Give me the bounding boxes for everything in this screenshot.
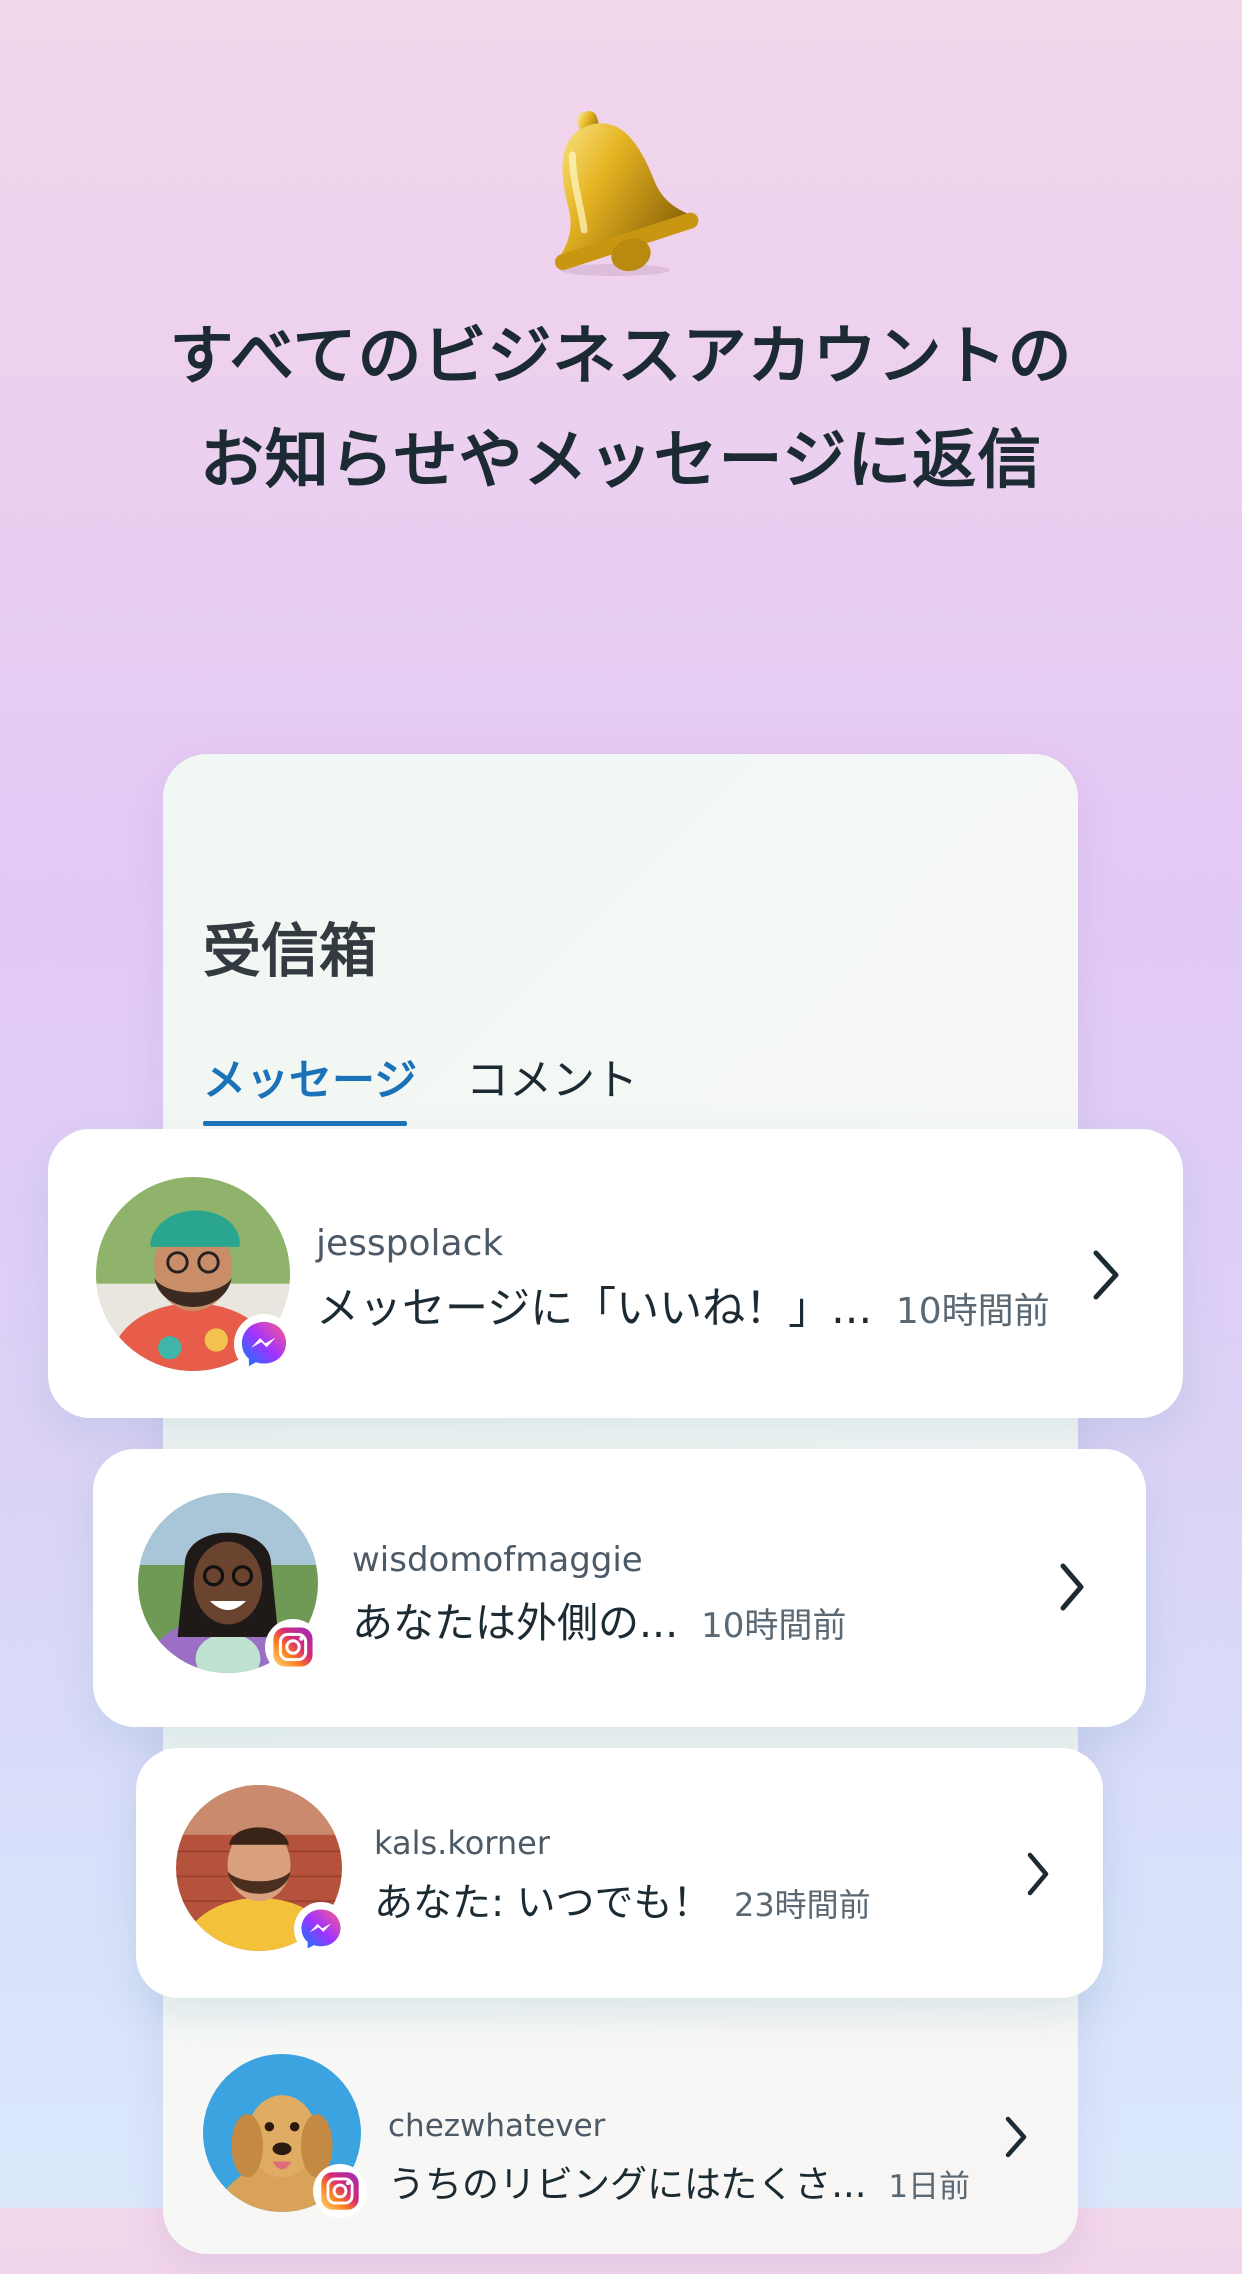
headline-line-2: お知らせやメッセージに返信 [199, 424, 1043, 498]
tab-messages[interactable]: メッセージ [203, 1046, 417, 1108]
headline-line-1: すべてのビジネスアカウントの [169, 320, 1073, 394]
messenger-icon [294, 1902, 348, 1956]
tab-comments[interactable]: コメント [466, 1046, 638, 1108]
conversation-item[interactable]: kals.korner あなた: いつでも！ 23時間前 [136, 1748, 1103, 1998]
message-preview: あなたは外側の... [352, 1599, 679, 1647]
timestamp: 23時間前 [733, 1886, 871, 1924]
message-preview-row: あなた: いつでも！ 23時間前 [374, 1872, 871, 1928]
tab-selected-indicator [203, 1121, 407, 1126]
conversation-item[interactable]: chezwhatever うちのリビングにはたくさ... 1日前 [163, 2014, 1078, 2274]
chevron-right-icon[interactable] [1023, 1850, 1053, 1902]
timestamp: 10時間前 [701, 1606, 847, 1646]
message-preview: あなた: いつでも！ [374, 1881, 712, 1926]
message-preview-row: メッセージに「いいね！」... 10時間前 [316, 1274, 1050, 1336]
username: chezwhatever [388, 2108, 606, 2144]
conversation-item[interactable]: jesspolack メッセージに「いいね！」... 10時間前 [48, 1129, 1183, 1418]
username: wisdomofmaggie [352, 1540, 643, 1580]
conversation-item[interactable]: wisdomofmaggie あなたは外側の... 10時間前 [93, 1449, 1146, 1727]
timestamp: 10時間前 [895, 1291, 1050, 1332]
headline: すべてのビジネスアカウントの お知らせやメッセージに返信 [0, 305, 1242, 513]
inbox-title: 受信箱 [203, 917, 378, 985]
username: kals.korner [374, 1824, 550, 1862]
timestamp: 1日前 [888, 2169, 971, 2205]
username: jesspolack [316, 1223, 504, 1264]
message-preview-row: あなたは外側の... 10時間前 [352, 1589, 846, 1649]
chevron-right-icon[interactable] [1088, 1247, 1124, 1307]
chevron-right-icon[interactable] [1055, 1561, 1089, 1617]
instagram-icon [265, 1619, 321, 1675]
bell-icon [515, 100, 705, 280]
instagram-icon [313, 2164, 367, 2218]
message-preview: メッセージに「いいね！」... [316, 1284, 873, 1334]
messenger-icon [234, 1314, 294, 1374]
message-preview: うちのリビングにはたくさ... [388, 2163, 867, 2206]
message-preview-row: うちのリビングにはたくさ... 1日前 [388, 2154, 970, 2208]
chevron-right-icon[interactable] [1001, 2114, 1031, 2164]
